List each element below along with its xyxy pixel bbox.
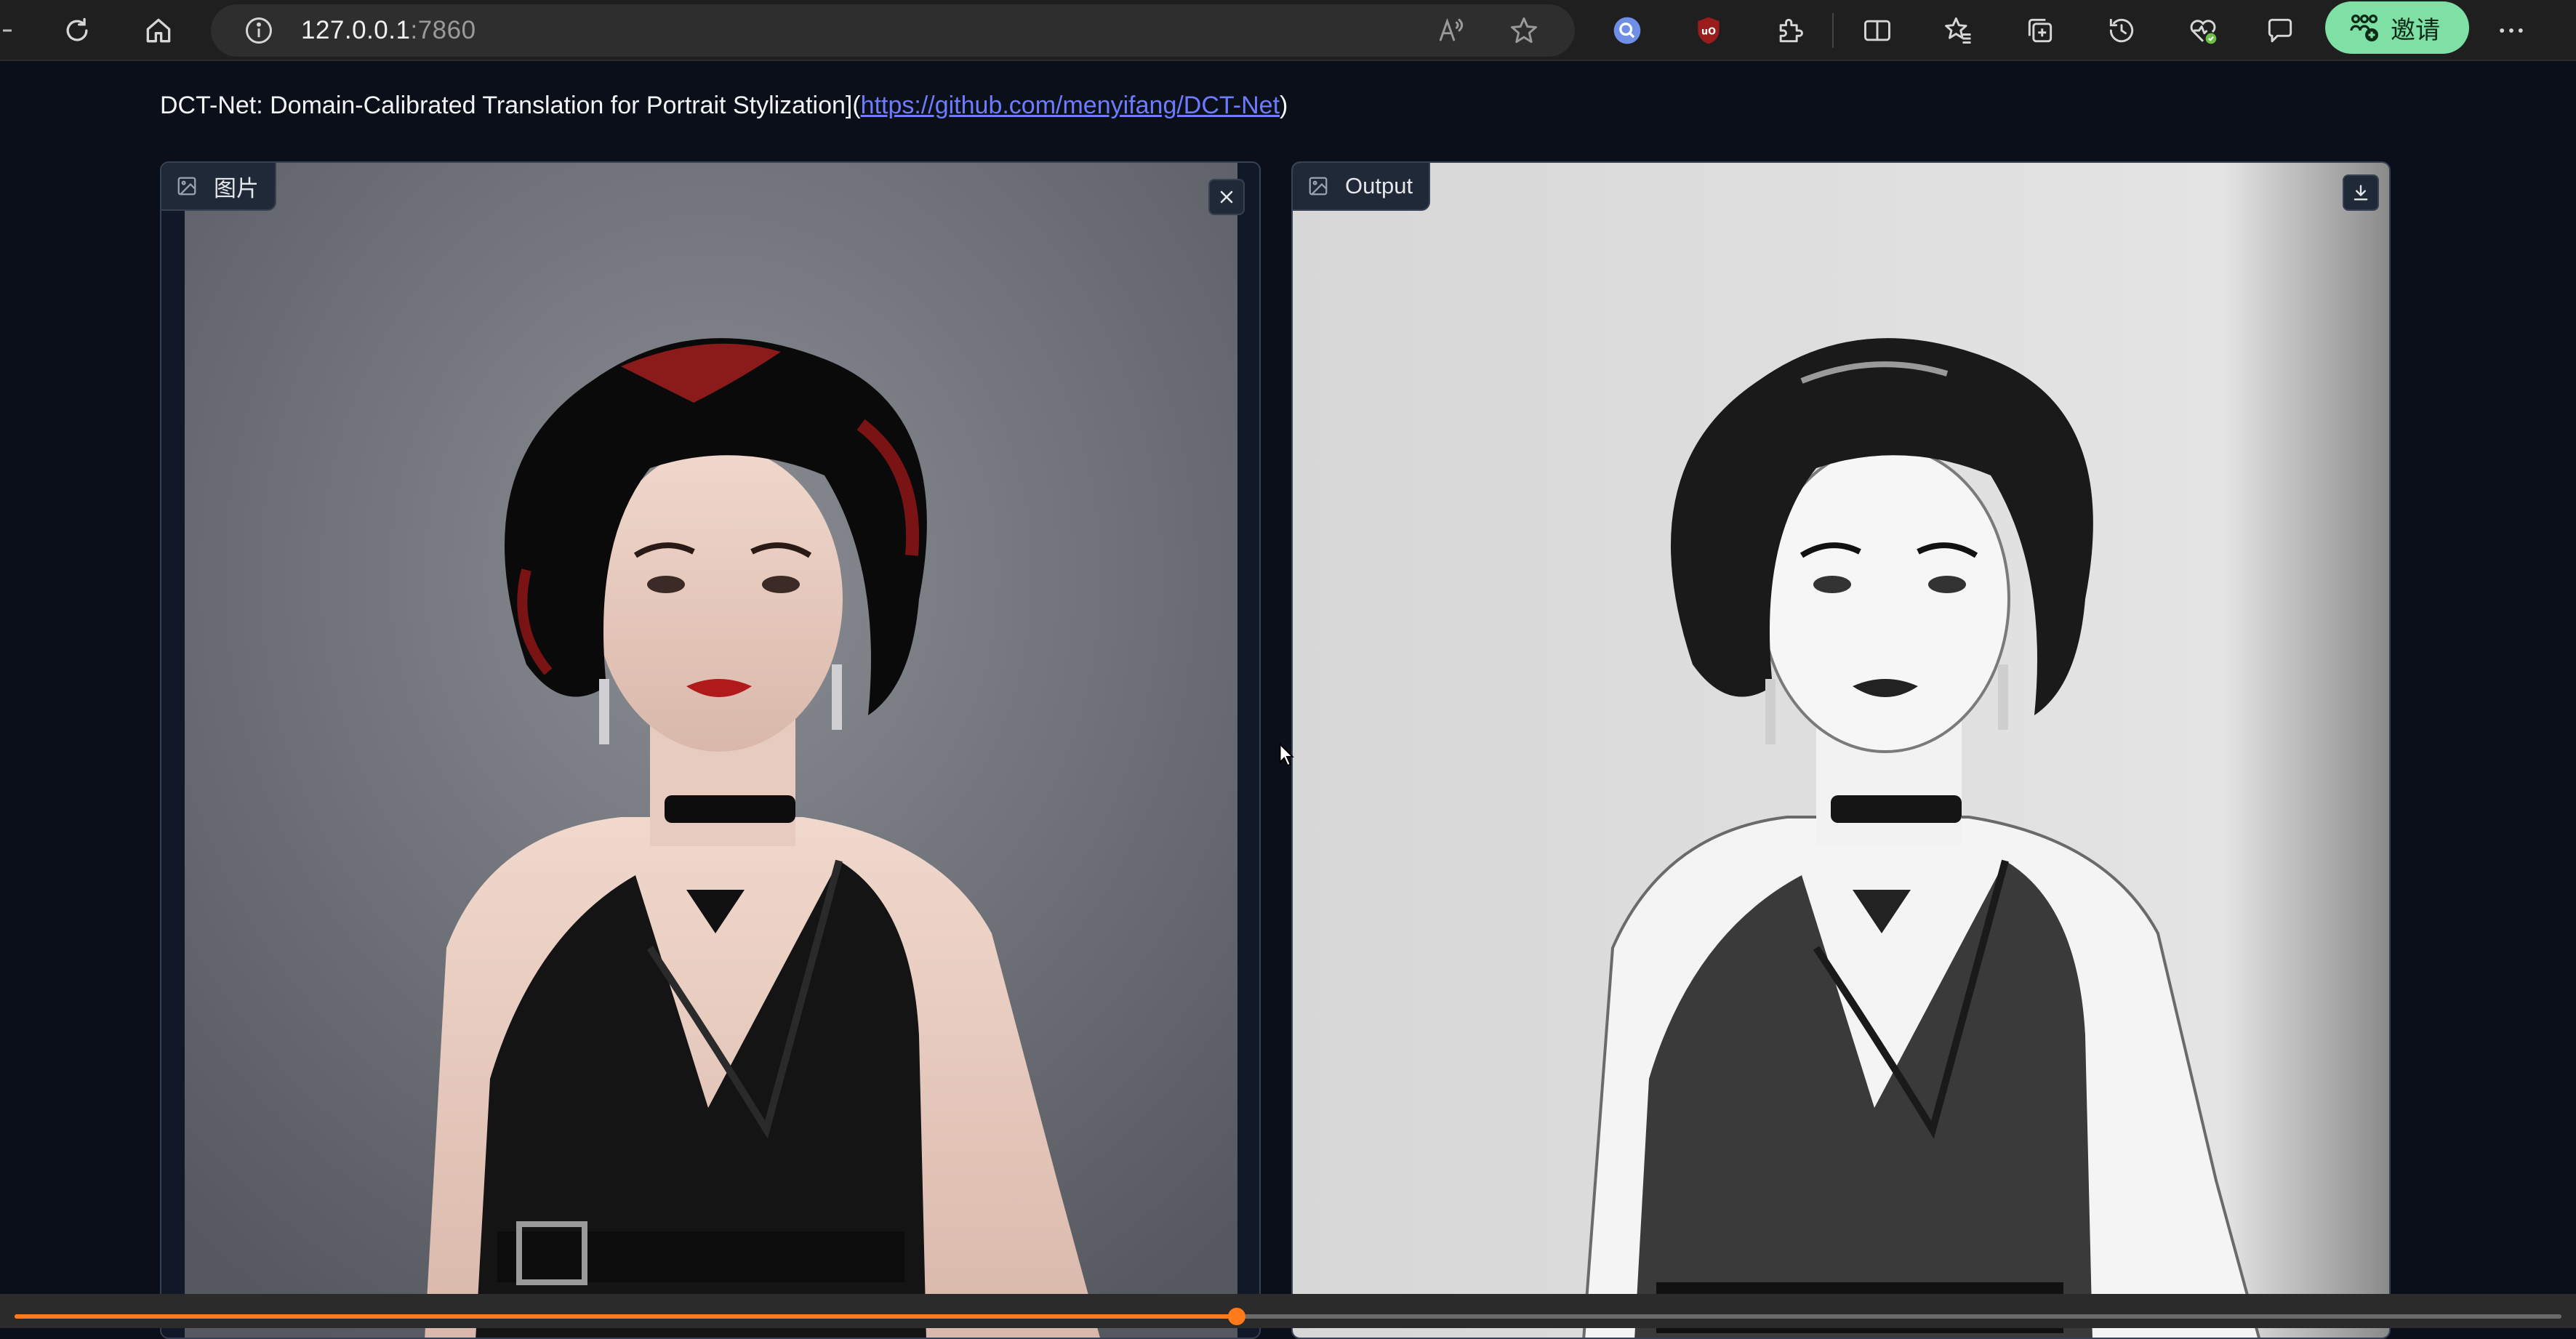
image-icon (177, 177, 196, 196)
url-port: :7860 (410, 16, 476, 44)
close-icon[interactable] (1208, 179, 1245, 215)
output-label-text: Output (1345, 173, 1413, 198)
output-image-panel: Output (1291, 161, 2391, 1339)
page-heading: DCT-Net: Domain-Calibrated Translation f… (160, 92, 1288, 120)
output-image-label: Output (1293, 163, 1431, 211)
toolbar-separator (1832, 13, 1834, 48)
url-host: 127.0.0.1 (301, 16, 411, 44)
input-image-label: 图片 (161, 163, 276, 211)
history-icon[interactable] (2100, 9, 2143, 52)
back-edge (0, 9, 15, 52)
star-icon[interactable] (1502, 9, 1546, 52)
invite-people-icon (2350, 14, 2378, 41)
input-image-panel[interactable]: 图片 (160, 161, 1261, 1339)
heading-suffix: ) (1280, 92, 1288, 119)
svg-text:uO: uO (1701, 27, 1716, 38)
read-aloud-icon[interactable] (1429, 9, 1473, 52)
video-progress-fill (15, 1314, 1237, 1319)
invite-button[interactable]: 邀请 (2325, 1, 2469, 54)
puzzle-icon[interactable] (1768, 9, 1812, 52)
mouse-cursor (1279, 743, 1294, 767)
input-label-text: 图片 (214, 175, 259, 201)
favorites-icon[interactable] (1937, 9, 1981, 52)
chat-icon[interactable] (2258, 9, 2302, 52)
browser-toolbar: 127.0.0.1:7860 uO 邀请 (0, 0, 2576, 61)
split-screen-icon[interactable] (1855, 9, 1899, 52)
download-icon[interactable] (2343, 174, 2379, 211)
output-sketch-image (1293, 163, 2389, 1338)
video-progress-track (0, 1294, 2576, 1328)
invite-label: 邀请 (2391, 16, 2440, 44)
reload-icon[interactable] (55, 9, 99, 52)
image-icon (1309, 177, 1328, 196)
ublock-icon[interactable]: uO (1687, 9, 1730, 52)
github-link[interactable]: https://github.com/menyifang/DCT-Net (861, 92, 1280, 119)
search-extension-icon[interactable] (1605, 9, 1649, 52)
browser-essentials-icon[interactable] (2181, 9, 2225, 52)
home-icon[interactable] (137, 9, 180, 52)
collections-icon[interactable] (2018, 9, 2062, 52)
url-text: 127.0.0.1:7860 (301, 16, 476, 45)
video-progress-bar[interactable] (15, 1308, 2561, 1325)
more-icon[interactable] (2489, 9, 2533, 52)
address-bar[interactable]: 127.0.0.1:7860 (211, 4, 1575, 57)
input-portrait-image (185, 163, 1237, 1338)
info-icon[interactable] (237, 9, 281, 52)
heading-text: DCT-Net: Domain-Calibrated Translation f… (160, 92, 861, 119)
